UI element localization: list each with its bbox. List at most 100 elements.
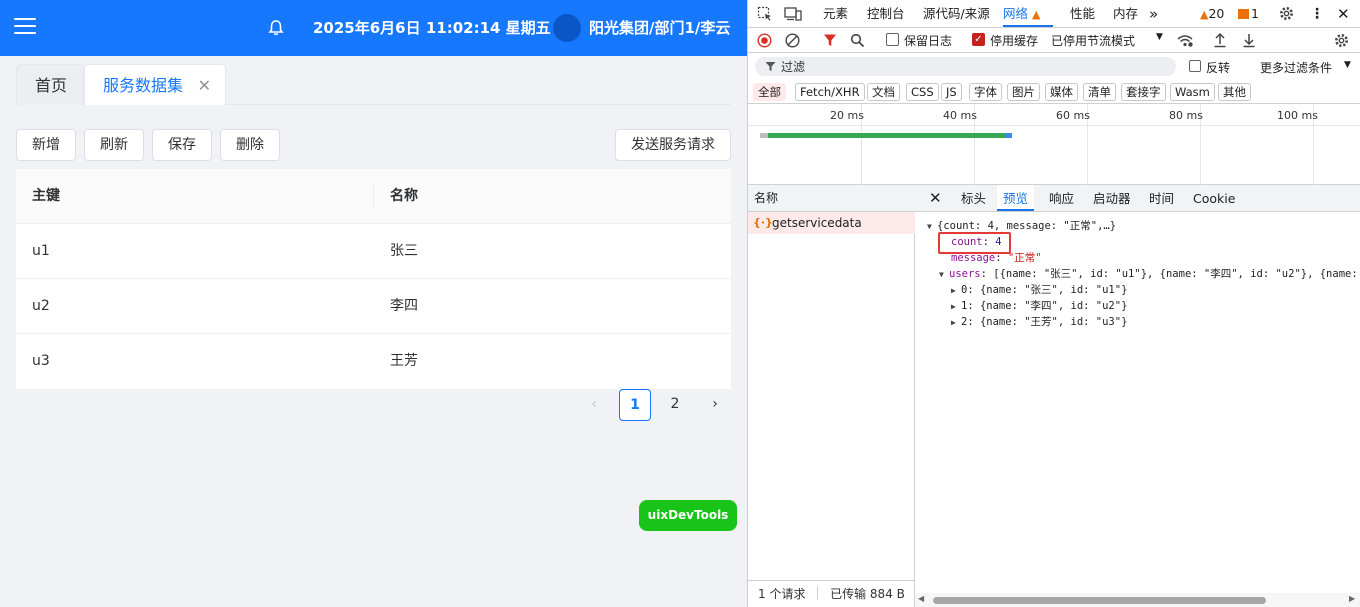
page-1[interactable]: 1	[619, 389, 651, 421]
json-user-item-text: 1: {name: "李四", id: "u2"}	[961, 300, 1128, 312]
send-request-button[interactable]: 发送服务请求	[615, 129, 731, 161]
preserve-log-checkbox[interactable]	[886, 33, 899, 46]
column-divider	[373, 183, 374, 209]
header-user[interactable]: 阳光集团/部门1/李云	[589, 17, 730, 38]
table-row[interactable]: u3 王芳	[16, 334, 731, 389]
close-detail-icon[interactable]: ✕	[929, 185, 942, 212]
tab-service-dataset[interactable]: 服务数据集 ✕	[84, 64, 226, 105]
detail-tabs: ✕ 标头 预览 响应 启动器 时间 Cookie	[915, 185, 1360, 212]
type-wasm[interactable]: Wasm	[1170, 83, 1215, 101]
filter-input[interactable]: 过滤	[755, 57, 1176, 76]
devtools-tab-elements[interactable]: 元素	[823, 0, 848, 28]
more-options-icon[interactable]: ⋮	[1310, 0, 1324, 28]
tab-home[interactable]: 首页	[16, 64, 84, 105]
devtools-tab-network[interactable]: 网络 ▲	[1003, 0, 1053, 27]
detail-tab-headers[interactable]: 标头	[961, 185, 986, 212]
page-tabs: 首页 服务数据集 ✕	[16, 64, 731, 105]
more-filters-dropdown-icon[interactable]: ▼	[1344, 60, 1351, 70]
close-devtools-icon[interactable]: ✕	[1337, 0, 1350, 28]
type-all[interactable]: 全部	[753, 83, 786, 101]
devtools-tab-console[interactable]: 控制台	[867, 0, 905, 28]
disable-cache-checkbox[interactable]: ✓	[972, 33, 985, 46]
throttle-dropdown-icon[interactable]: ▼	[1156, 32, 1163, 42]
request-name: getservicedata	[772, 216, 862, 230]
errors-counter[interactable]: 1	[1238, 0, 1259, 28]
search-icon[interactable]	[850, 33, 865, 48]
type-font[interactable]: 字体	[969, 83, 1002, 101]
json-user-item[interactable]: ▶ 2: {name: "王芳", id: "u3"}	[951, 314, 1127, 330]
horizontal-scrollbar[interactable]: ◀ ▶	[915, 593, 1360, 607]
name-column-header[interactable]: 名称	[748, 185, 915, 212]
bell-icon[interactable]	[266, 18, 286, 38]
json-user-item[interactable]: ▶ 1: {name: "李四", id: "u2"}	[951, 298, 1127, 314]
delete-button[interactable]: 删除	[220, 129, 280, 161]
network-conditions-icon[interactable]	[1176, 33, 1194, 48]
detail-tab-response[interactable]: 响应	[1049, 185, 1074, 212]
uix-devtools-button[interactable]: uixDevTools	[639, 500, 737, 531]
settings-gear-icon[interactable]	[1278, 5, 1295, 22]
type-css[interactable]: CSS	[906, 83, 939, 101]
import-har-icon[interactable]	[1213, 32, 1227, 48]
add-button[interactable]: 新增	[16, 129, 76, 161]
warnings-counter[interactable]: ▲20	[1200, 0, 1224, 28]
more-filters-button[interactable]: 更多过滤条件	[1260, 59, 1332, 76]
collapse-triangle-icon: ▶	[951, 302, 956, 311]
type-other[interactable]: 其他	[1218, 83, 1251, 101]
prev-page-icon[interactable]: ‹	[578, 389, 610, 421]
close-icon[interactable]: ✕	[198, 65, 211, 106]
type-media[interactable]: 媒体	[1045, 83, 1078, 101]
tab-home-label: 首页	[35, 76, 68, 95]
app-window: 2025年6月6日 11:02:14 星期五 阳光集团/部门1/李云 首页 服务…	[0, 0, 747, 607]
json-user-item[interactable]: ▶ 0: {name: "张三", id: "u1"}	[951, 282, 1127, 298]
scrollbar-thumb[interactable]	[933, 597, 1266, 604]
devtools-tab-memory[interactable]: 内存	[1113, 0, 1138, 28]
xhr-request-icon: {·}	[753, 216, 773, 229]
type-manifest[interactable]: 清单	[1083, 83, 1116, 101]
scroll-left-icon[interactable]: ◀	[918, 594, 924, 603]
type-socket[interactable]: 套接字	[1121, 83, 1166, 101]
detail-tab-preview[interactable]: 预览	[997, 185, 1035, 211]
type-img[interactable]: 图片	[1007, 83, 1040, 101]
timeline-request-bar	[768, 133, 1006, 138]
filter-funnel-small-icon	[765, 62, 776, 71]
filter-funnel-icon[interactable]	[823, 33, 837, 48]
filter-row: 过滤 反转 更多过滤条件 ▼	[748, 53, 1360, 80]
throttle-select[interactable]: 已停用节流模式	[1051, 32, 1135, 49]
table-row[interactable]: u1 张三	[16, 224, 731, 279]
request-row[interactable]: {·} getservicedata	[748, 212, 915, 234]
table-row[interactable]: u2 李四	[16, 279, 731, 334]
json-users-line[interactable]: ▼ users: [{name: "张三", id: "u1"}, {name: …	[939, 266, 1360, 282]
type-doc[interactable]: 文档	[867, 83, 900, 101]
inspect-icon[interactable]	[757, 6, 773, 22]
devtools-tab-sources[interactable]: 源代码/来源	[923, 0, 990, 28]
json-users-key: users	[949, 268, 981, 280]
column-header-name[interactable]: 名称	[390, 169, 418, 224]
more-tabs-icon[interactable]: »	[1149, 0, 1158, 28]
network-settings-icon[interactable]	[1333, 32, 1350, 49]
save-button[interactable]: 保存	[152, 129, 212, 161]
column-header-key[interactable]: 主键	[32, 169, 60, 224]
detail-tab-initiator[interactable]: 启动器	[1093, 185, 1131, 212]
refresh-button[interactable]: 刷新	[84, 129, 144, 161]
export-har-icon[interactable]	[1242, 32, 1256, 48]
avatar[interactable]	[553, 14, 581, 42]
type-fetch-xhr[interactable]: Fetch/XHR	[795, 83, 865, 101]
next-page-icon[interactable]: ›	[699, 389, 731, 421]
top-header: 2025年6月6日 11:02:14 星期五 阳光集团/部门1/李云	[0, 0, 747, 56]
page-2[interactable]: 2	[659, 389, 691, 421]
network-timeline[interactable]: 20 ms 40 ms 60 ms 80 ms 100 ms	[748, 104, 1360, 185]
invert-checkbox[interactable]	[1189, 60, 1201, 72]
device-toolbar-icon[interactable]	[784, 6, 802, 22]
network-toolbar: 保留日志 ✓ 停用缓存 已停用节流模式 ▼	[748, 28, 1360, 53]
clear-icon[interactable]	[785, 33, 800, 48]
detail-tab-timing[interactable]: 时间	[1149, 185, 1174, 212]
record-icon[interactable]	[757, 33, 772, 48]
type-js[interactable]: JS	[941, 83, 962, 101]
scroll-right-icon[interactable]: ▶	[1349, 594, 1355, 603]
detail-tab-cookies[interactable]: Cookie	[1193, 185, 1235, 212]
devtools-tab-performance[interactable]: 性能	[1070, 0, 1095, 28]
cell-id: u1	[32, 243, 50, 259]
toolbar: 新增 刷新 保存 删除 发送服务请求	[16, 129, 731, 161]
menu-icon[interactable]	[14, 18, 36, 38]
expand-triangle-icon: ▼	[927, 222, 932, 231]
